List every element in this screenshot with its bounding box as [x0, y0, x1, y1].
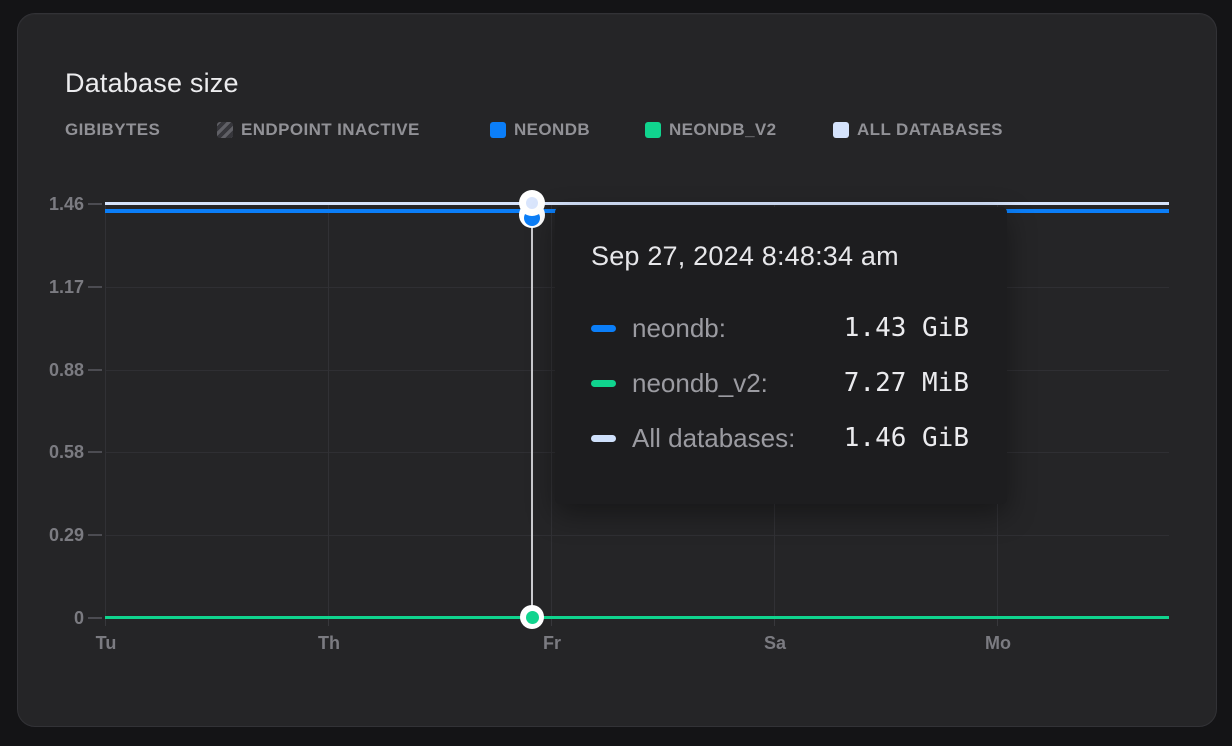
x-axis-tick [328, 618, 329, 626]
hatched-swatch-icon [217, 122, 233, 138]
green-swatch-icon [645, 122, 661, 138]
x-axis-tick [774, 618, 775, 626]
tooltip-row-neondb: neondb: 1.43 GiB [591, 314, 969, 342]
y-axis-tick-label: 0.58 [24, 442, 84, 462]
lavender-swatch-icon [833, 122, 849, 138]
y-axis-tick [88, 617, 102, 619]
unit-label: GIBIBYTES [65, 120, 160, 140]
tooltip-row-all-databases: All databases: 1.46 GiB [591, 424, 969, 452]
chart-title: Database size [65, 68, 239, 99]
legend-item-label: ENDPOINT INACTIVE [241, 120, 420, 140]
y-axis-tick [88, 203, 102, 205]
tooltip-series-value: 1.43 GiB [844, 313, 969, 343]
tooltip-series-value: 7.27 MiB [844, 368, 969, 398]
tooltip-series-value: 1.46 GiB [844, 423, 969, 453]
legend-item-label: NEONDB [514, 120, 590, 140]
x-axis-tick [997, 618, 998, 626]
tooltip-series-label: neondb: [632, 313, 726, 344]
y-axis-tick [88, 369, 102, 371]
x-axis-tick-label: Th [318, 633, 340, 654]
y-axis-tick [88, 534, 102, 536]
y-axis-tick-label: 0 [24, 608, 84, 628]
y-axis-tick-label: 1.17 [24, 277, 84, 297]
legend-item-label: NEONDB_V2 [669, 120, 777, 140]
chart-tooltip: Sep 27, 2024 8:48:34 am neondb: 1.43 GiB… [555, 207, 1007, 504]
legend-item-label: ALL DATABASES [857, 120, 1003, 140]
legend-item-neondb[interactable]: NEONDB [490, 120, 590, 140]
y-axis-tick-label: 1.46 [24, 194, 84, 214]
legend-item-all-databases[interactable]: ALL DATABASES [833, 120, 1003, 140]
x-axis-tick-label: Sa [764, 633, 786, 654]
series-dash-icon [591, 380, 616, 387]
x-axis-tick-label: Mo [985, 633, 1011, 654]
y-axis-tick [88, 451, 102, 453]
x-axis-tick [105, 618, 106, 626]
x-axis-tick-label: Fr [543, 633, 561, 654]
tooltip-series-label: neondb_v2: [632, 368, 768, 399]
legend-item-neondb-v2[interactable]: NEONDB_V2 [645, 120, 777, 140]
database-size-panel: Database size GIBIBYTES ENDPOINT INACTIV… [0, 0, 1232, 746]
series-dash-icon [591, 325, 616, 332]
tooltip-rows: neondb: 1.43 GiB neondb_v2: 7.27 MiB All… [591, 314, 969, 452]
legend-unit: GIBIBYTES [65, 120, 160, 140]
tooltip-row-neondb-v2: neondb_v2: 7.27 MiB [591, 369, 969, 397]
y-axis-tick-label: 0.29 [24, 525, 84, 545]
x-axis-tick [551, 618, 552, 626]
y-axis-tick-label: 0.88 [24, 360, 84, 380]
legend-item-endpoint-inactive[interactable]: ENDPOINT INACTIVE [217, 120, 420, 140]
tooltip-series-label: All databases: [632, 423, 795, 454]
tooltip-timestamp: Sep 27, 2024 8:48:34 am [591, 240, 969, 272]
blue-swatch-icon [490, 122, 506, 138]
series-dash-icon [591, 435, 616, 442]
y-axis-tick [88, 286, 102, 288]
x-axis-tick-label: Tu [96, 633, 117, 654]
